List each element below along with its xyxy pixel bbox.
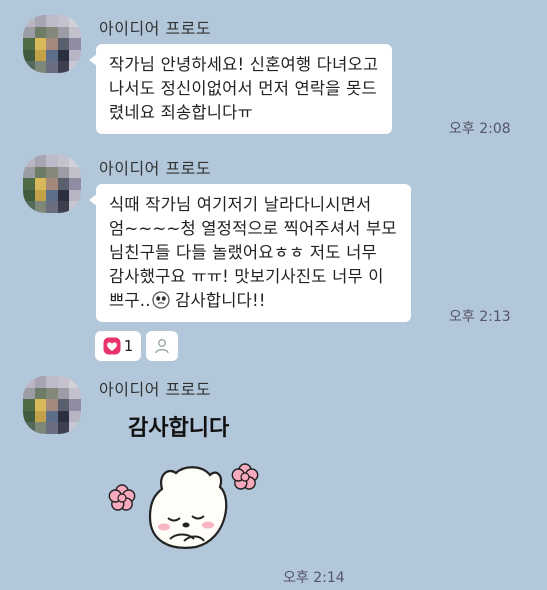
reaction-users-button[interactable] bbox=[146, 331, 178, 361]
reaction-count: 1 bbox=[123, 337, 134, 355]
message-text-line: 감사했구요 ㅠㅠ! 맛보기사진도 너무 이 bbox=[109, 267, 384, 286]
sender-name: 아이디어 프로도 bbox=[99, 159, 212, 178]
message-text-line: 쁘구.. 감사합니다!! bbox=[109, 291, 266, 310]
heart-icon bbox=[103, 337, 121, 355]
user-icon bbox=[155, 339, 169, 354]
sticker-caption: 감사합니다 bbox=[128, 415, 230, 441]
emoji-icon bbox=[152, 291, 170, 309]
flower-icon bbox=[108, 484, 136, 511]
message-text-line: 작가님 안녕하세요! 신혼여행 다녀오고 bbox=[109, 55, 379, 74]
bear-character-icon bbox=[148, 466, 228, 549]
sender-avatar[interactable] bbox=[23, 376, 81, 434]
sender-avatar[interactable] bbox=[23, 155, 81, 213]
message-timestamp: 오후 2:13 bbox=[449, 309, 511, 325]
message-bubble[interactable]: 작가님 안녕하세요! 신혼여행 다녀오고 나서도 정신이없어서 먼저 연락을 못… bbox=[88, 44, 393, 134]
message-text-line: 엄~~~~청 열정적으로 찍어주셔서 부모 bbox=[109, 219, 397, 238]
sticker-image[interactable]: 감사합니다 bbox=[100, 405, 270, 565]
message-timestamp: 오후 2:14 bbox=[283, 570, 345, 586]
sender-name: 아이디어 프로도 bbox=[99, 380, 212, 399]
reaction-heart-button[interactable]: 1 bbox=[95, 331, 141, 361]
message-timestamp: 오후 2:08 bbox=[449, 121, 511, 137]
flower-icon bbox=[231, 463, 259, 490]
message-text-line: 님친구들 다들 놀랬어요ㅎㅎ 저도 너무 bbox=[109, 243, 377, 262]
message-text-line: 나서도 정신이없어서 먼저 연락을 못드 bbox=[109, 79, 377, 98]
message-text-line: 렸네요 죄송합니다ㅠ bbox=[109, 103, 253, 122]
message-text-line: 식때 작가님 여기저기 날라다니시면서 bbox=[109, 195, 372, 214]
sender-avatar[interactable] bbox=[23, 15, 81, 73]
message-bubble[interactable]: 식때 작가님 여기저기 날라다니시면서 엄~~~~청 열정적으로 찍어주셔서 부… bbox=[89, 184, 411, 322]
sender-name: 아이디어 프로도 bbox=[99, 19, 212, 38]
